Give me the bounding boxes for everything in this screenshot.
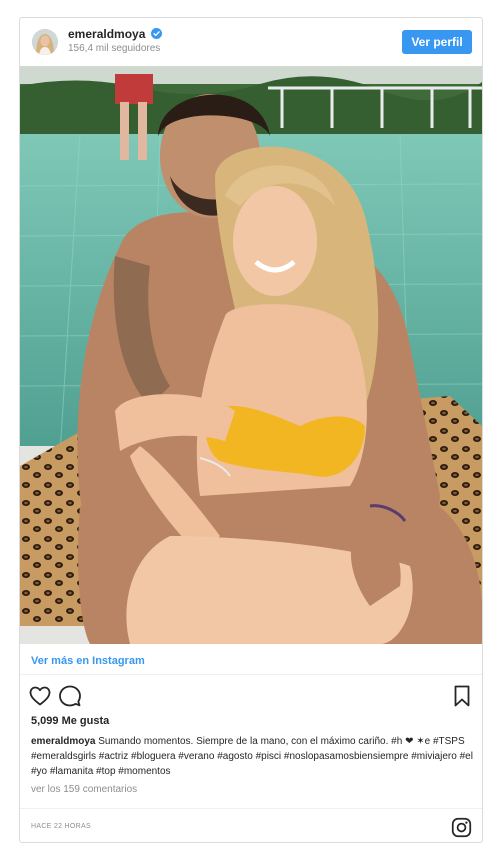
caption-text: Sumando momentos. Siempre de la mano, co… bbox=[31, 736, 473, 777]
avatar[interactable] bbox=[32, 29, 58, 55]
instagram-logo-icon[interactable] bbox=[451, 817, 472, 838]
caption-username[interactable]: emeraldmoya bbox=[31, 736, 95, 747]
instagram-embed-card: emeraldmoya 156,4 mil seguidores Ver per… bbox=[19, 17, 483, 843]
like-count[interactable]: 5,099 Me gusta bbox=[31, 715, 109, 727]
divider bbox=[20, 674, 482, 675]
heart-icon[interactable] bbox=[28, 684, 52, 708]
view-comments-link[interactable]: ver los 159 comentarios bbox=[31, 784, 137, 795]
action-bar bbox=[20, 684, 482, 710]
post-photo[interactable] bbox=[20, 66, 482, 644]
verified-badge-icon bbox=[151, 28, 162, 39]
username[interactable]: emeraldmoya bbox=[68, 27, 145, 41]
view-profile-button[interactable]: Ver perfil bbox=[402, 30, 472, 54]
post-header: emeraldmoya 156,4 mil seguidores Ver per… bbox=[20, 18, 482, 66]
bookmark-icon[interactable] bbox=[450, 684, 474, 708]
view-more-link[interactable]: Ver más en Instagram bbox=[31, 655, 145, 667]
comment-icon[interactable] bbox=[58, 684, 82, 708]
post-timestamp: HACE 22 HORAS bbox=[31, 823, 91, 830]
follower-count: 156,4 mil seguidores bbox=[68, 43, 161, 54]
post-caption: emeraldmoya Sumando momentos. Siempre de… bbox=[31, 734, 476, 779]
divider bbox=[20, 808, 482, 809]
